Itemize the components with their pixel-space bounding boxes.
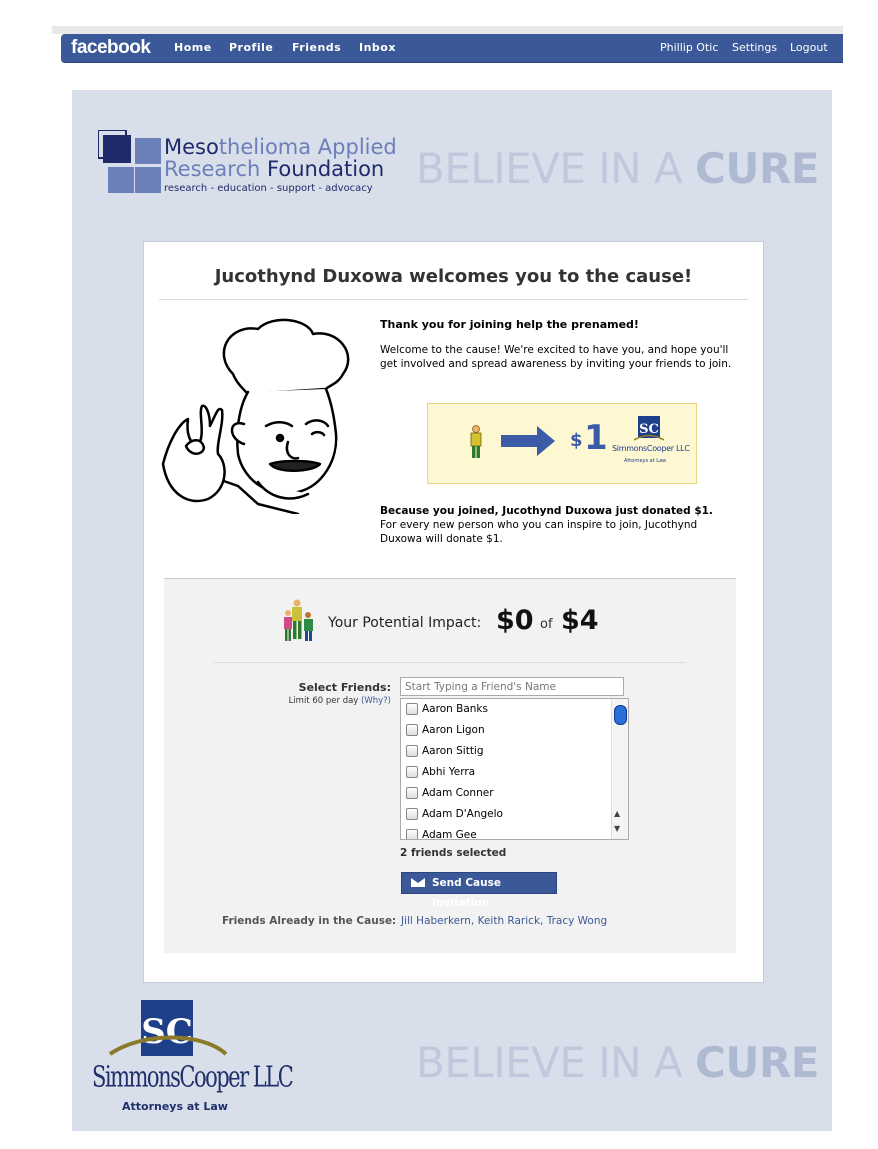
svg-text:SC: SC: [141, 1012, 193, 1052]
checkbox[interactable]: [406, 808, 418, 820]
friend-item[interactable]: Aaron Ligon: [406, 724, 485, 744]
nav-user[interactable]: Phillip Otic: [660, 41, 718, 54]
welcome-text: Welcome to the cause! We're excited to h…: [380, 344, 732, 370]
already-in-cause-names[interactable]: Jill Haberkern, Keith Rarick, Tracy Wong: [401, 915, 607, 927]
chef-illustration: [161, 318, 350, 514]
sc-logo-icon: SC: [634, 416, 664, 441]
marf-tagline: research - education - support - advocac…: [164, 183, 373, 194]
friend-item[interactable]: Adam Gee: [406, 829, 477, 839]
impact-section: Your Potential Impact: $0 of $4 Select F…: [164, 578, 736, 953]
impact-max: $4: [561, 605, 599, 636]
donation-explanation: Because you joined, Jucothynd Duxowa jus…: [380, 505, 713, 545]
friend-item[interactable]: Aaron Banks: [406, 703, 488, 723]
person-icon: [470, 425, 482, 458]
divider: [214, 662, 686, 663]
already-in-cause-label: Friends Already in the Cause:: [222, 915, 397, 927]
scroll-up-icon[interactable]: ▲: [614, 809, 620, 818]
impact-label: Your Potential Impact:: [328, 615, 482, 631]
limit-note: Limit 60 per day (Why?): [288, 696, 391, 706]
friend-list-scrollbar[interactable]: ▲ ▼: [611, 699, 628, 839]
friend-item[interactable]: Adam D'Angelo: [406, 808, 503, 828]
marf-squares-icon: [98, 130, 161, 193]
send-invitation-button[interactable]: Send Cause Invitation: [401, 872, 557, 909]
select-friends-label: Select Friends:: [298, 681, 391, 694]
impact-of: of: [540, 617, 553, 632]
nav-logout[interactable]: Logout: [790, 41, 828, 54]
facebook-header: facebook Home Profile Friends Inbox Phil…: [61, 34, 843, 63]
donation-amount: 1: [584, 418, 608, 458]
selected-count: 2 friends selected: [400, 847, 507, 859]
nav-inbox[interactable]: Inbox: [359, 41, 396, 54]
people-group-icon: [284, 599, 313, 641]
page-title: Jucothynd Duxowa welcomes you to the cau…: [214, 266, 693, 287]
impact-current: $0: [496, 605, 534, 636]
nav-settings[interactable]: Settings: [732, 41, 777, 54]
nav-home[interactable]: Home: [174, 41, 212, 54]
thanks-heading: Thank you for joining help the prenamed!: [380, 318, 639, 331]
browser-top-strip: [52, 26, 843, 34]
scrollbar-thumb[interactable]: [614, 705, 627, 725]
friend-search-input[interactable]: Start Typing a Friend's Name: [400, 677, 624, 696]
donation-currency: $: [570, 430, 583, 451]
checkbox[interactable]: [406, 787, 418, 799]
sponsor-name: SimmonsCooper LLC: [92, 1060, 294, 1094]
friend-item[interactable]: Aaron Sittig: [406, 745, 484, 765]
friend-item[interactable]: Adam Conner: [406, 787, 494, 807]
friend-item[interactable]: Abhi Yerra: [406, 766, 475, 786]
donation-box: $ 1 SC SimmonsCooper LLC Attorneys at La…: [427, 403, 697, 484]
divider: [159, 299, 748, 300]
checkbox[interactable]: [406, 745, 418, 757]
why-link[interactable]: (Why?): [361, 696, 391, 706]
believe-banner-top: BELIEVE IN A CURE: [416, 144, 819, 193]
nav-profile[interactable]: Profile: [229, 41, 273, 54]
scroll-down-icon[interactable]: ▼: [614, 824, 620, 833]
sponsor-logo-small: SC SimmonsCooper LLC Attorneys at Law: [612, 416, 692, 472]
marf-name-line1: Mesothelioma Applied: [164, 135, 397, 159]
nav-friends[interactable]: Friends: [292, 41, 341, 54]
marf-name-line2: Research Foundation: [164, 157, 385, 181]
simmonscooper-logo: SC SimmonsCooper LLC Attorneys at Law: [92, 998, 294, 1118]
arrow-right-icon: [501, 426, 555, 456]
believe-banner-bottom: BELIEVE IN A CURE: [416, 1038, 819, 1087]
checkbox[interactable]: [406, 829, 418, 839]
envelope-icon: [411, 878, 425, 887]
marf-logo: Mesothelioma Applied Research Foundation…: [98, 130, 408, 200]
checkbox[interactable]: [406, 724, 418, 736]
welcome-card: Jucothynd Duxowa welcomes you to the cau…: [143, 241, 764, 983]
checkbox[interactable]: [406, 703, 418, 715]
friend-list[interactable]: Aaron Banks Aaron Ligon Aaron Sittig Abh…: [400, 698, 629, 840]
sponsor-subtitle: Attorneys at Law: [122, 1100, 228, 1113]
facebook-logo[interactable]: facebook: [71, 37, 151, 59]
checkbox[interactable]: [406, 766, 418, 778]
